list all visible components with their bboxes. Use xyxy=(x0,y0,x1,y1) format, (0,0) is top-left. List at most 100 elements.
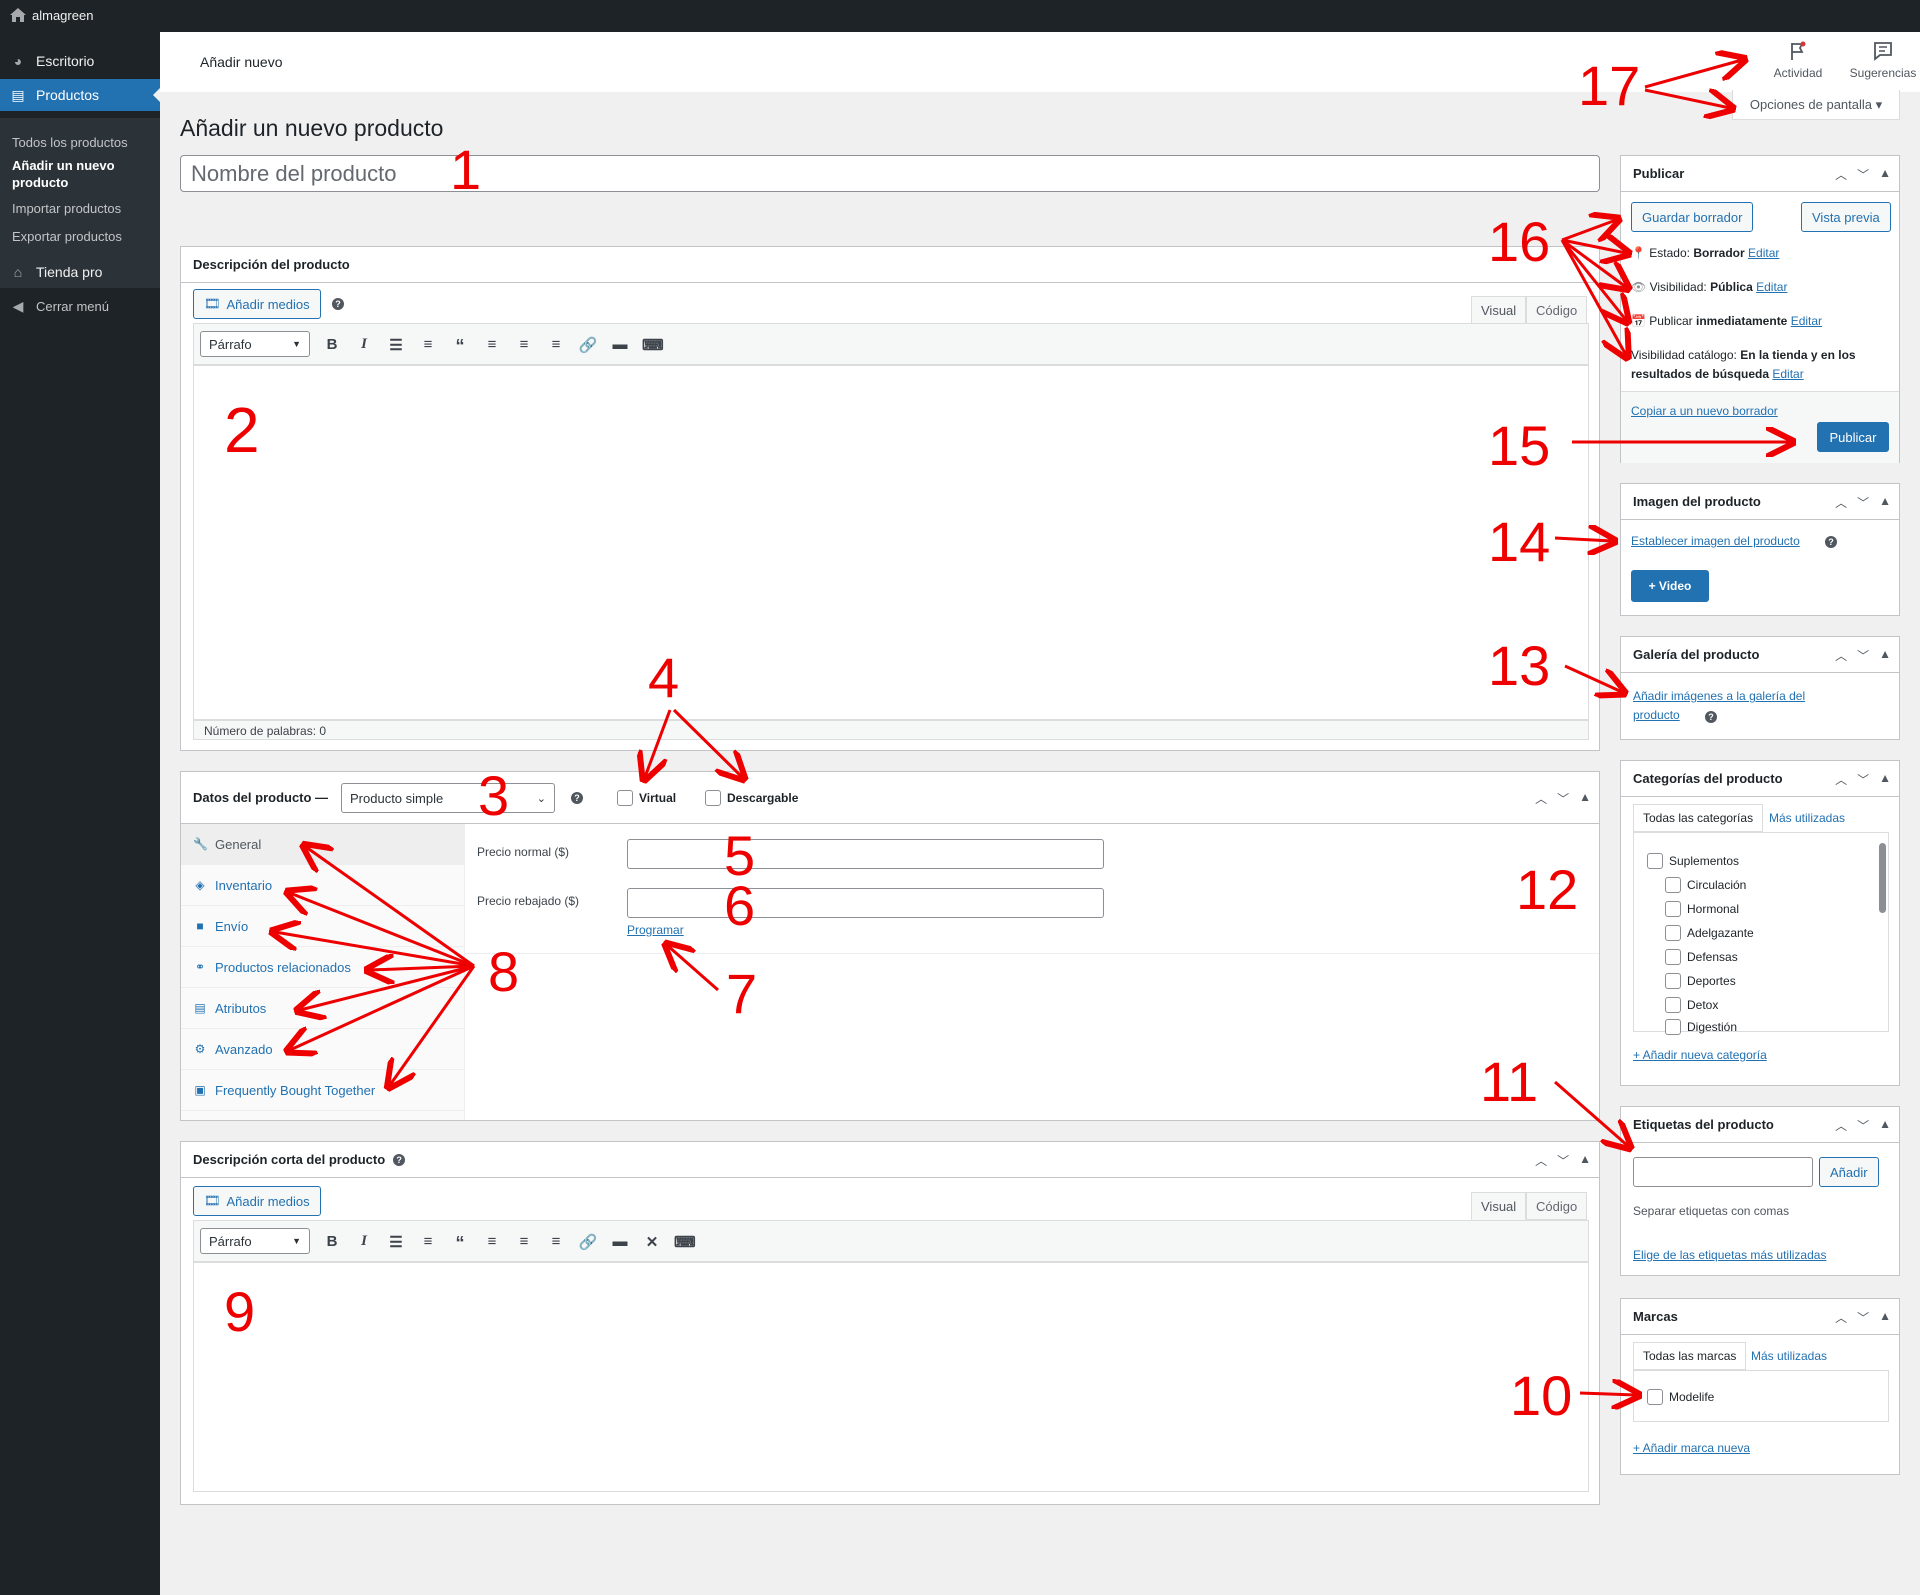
category-checkbox[interactable] xyxy=(1665,973,1681,989)
fullscreen-icon[interactable]: ✕ xyxy=(642,1233,662,1251)
read-more-icon[interactable]: ▬ xyxy=(610,336,630,353)
help-icon[interactable]: ? xyxy=(393,1153,406,1166)
toggle-icon[interactable]: ▲ xyxy=(1879,166,1891,183)
suggestions-button[interactable]: Sugerencias xyxy=(1848,40,1918,80)
tab-advanced[interactable]: ⚙ Avanzado xyxy=(181,1029,464,1070)
tag-input[interactable] xyxy=(1633,1157,1813,1187)
product-name-input[interactable] xyxy=(180,155,1600,192)
move-up-icon[interactable]: ︿ xyxy=(1835,494,1847,511)
toggle-icon[interactable]: ▲ xyxy=(1579,790,1591,807)
tab-most-used-categories[interactable]: Más utilizadas xyxy=(1769,811,1845,825)
tab-frequently-bought[interactable]: ▣ Frequently Bought Together xyxy=(181,1070,464,1111)
tab-code[interactable]: Código xyxy=(1526,296,1588,324)
move-down-icon[interactable]: ﹀ xyxy=(1857,647,1869,664)
edit-visibility-link[interactable]: Editar xyxy=(1756,280,1787,294)
submenu-import-products[interactable]: Importar productos xyxy=(12,200,152,217)
numbered-list-icon[interactable]: ≡ xyxy=(418,1233,438,1250)
bold-icon[interactable]: B xyxy=(322,336,342,353)
help-icon[interactable]: ? xyxy=(1705,711,1717,723)
move-up-icon[interactable]: ︿ xyxy=(1835,1309,1847,1326)
description-editor[interactable] xyxy=(193,365,1589,720)
activity-button[interactable]: Actividad xyxy=(1763,40,1833,80)
bullet-list-icon[interactable]: ☰ xyxy=(386,336,406,354)
tab-code[interactable]: Código xyxy=(1526,1192,1588,1220)
tab-linked-products[interactable]: ⚭ Productos relacionados xyxy=(181,947,464,988)
move-up-icon[interactable]: ︿ xyxy=(1835,771,1847,788)
regular-price-input[interactable] xyxy=(627,839,1104,869)
quote-icon[interactable]: “ xyxy=(450,336,470,357)
category-checkbox[interactable] xyxy=(1665,877,1681,893)
tab-shipping[interactable]: ■ Envío xyxy=(181,906,464,947)
add-category-link[interactable]: + Añadir nueva categoría xyxy=(1633,1048,1767,1062)
video-button[interactable]: + Video xyxy=(1631,570,1709,602)
italic-icon[interactable]: I xyxy=(354,336,374,353)
tab-most-used-brands[interactable]: Más utilizadas xyxy=(1751,1349,1827,1363)
format-select[interactable]: Párrafo ▼ xyxy=(200,1228,310,1254)
submenu-add-product[interactable]: Añadir un nuevo producto xyxy=(12,157,152,191)
product-type-select[interactable]: Producto simple ⌄ xyxy=(341,783,555,813)
move-down-icon[interactable]: ﹀ xyxy=(1857,494,1869,511)
bullet-list-icon[interactable]: ☰ xyxy=(386,1233,406,1251)
toggle-icon[interactable]: ▲ xyxy=(1879,1309,1891,1326)
publish-button[interactable]: Publicar xyxy=(1817,422,1889,452)
tab-all-categories[interactable]: Todas las categorías xyxy=(1633,804,1764,832)
set-image-link[interactable]: Establecer imagen del producto xyxy=(1631,534,1800,548)
screen-options-button[interactable]: Opciones de pantalla ▾ xyxy=(1732,90,1900,120)
quote-icon[interactable]: “ xyxy=(450,1233,470,1254)
tab-inventory[interactable]: ◈ Inventario xyxy=(181,865,464,906)
site-name[interactable]: almagreen xyxy=(32,8,93,23)
tab-attributes[interactable]: ▤ Atributos xyxy=(181,988,464,1029)
keyboard-icon[interactable]: ⌨ xyxy=(642,336,664,354)
toggle-icon[interactable]: ▲ xyxy=(1879,647,1891,664)
numbered-list-icon[interactable]: ≡ xyxy=(418,336,438,353)
toggle-icon[interactable]: ▲ xyxy=(1879,494,1891,511)
help-icon[interactable]: ? xyxy=(571,792,583,804)
most-used-tags-link[interactable]: Elige de las etiquetas más utilizadas xyxy=(1633,1248,1826,1262)
tab-general[interactable]: 🔧 General xyxy=(181,824,464,865)
edit-status-link[interactable]: Editar xyxy=(1748,246,1779,260)
submenu-export-products[interactable]: Exportar productos xyxy=(12,228,152,245)
menu-item-tienda-pro[interactable]: ⌂ Tienda pro xyxy=(0,256,160,288)
align-left-icon[interactable]: ≡ xyxy=(482,336,502,353)
downloadable-checkbox[interactable] xyxy=(705,790,721,806)
read-more-icon[interactable]: ▬ xyxy=(610,1233,630,1250)
align-right-icon[interactable]: ≡ xyxy=(546,1233,566,1250)
link-icon[interactable]: 🔗 xyxy=(578,1233,598,1251)
short-description-editor[interactable] xyxy=(193,1262,1589,1492)
move-down-icon[interactable]: ﹀ xyxy=(1857,166,1869,183)
link-icon[interactable]: 🔗 xyxy=(578,336,598,354)
category-checkbox[interactable] xyxy=(1665,901,1681,917)
add-media-button[interactable]: 🎞 Añadir medios xyxy=(193,289,321,319)
preview-button[interactable]: Vista previa xyxy=(1801,202,1891,232)
category-checkbox[interactable] xyxy=(1665,949,1681,965)
move-down-icon[interactable]: ﹀ xyxy=(1857,1309,1869,1326)
edit-catalog-link[interactable]: Editar xyxy=(1772,367,1803,381)
copy-draft-link[interactable]: Copiar a un nuevo borrador xyxy=(1631,404,1778,418)
align-right-icon[interactable]: ≡ xyxy=(546,336,566,353)
sale-price-input[interactable] xyxy=(627,888,1104,918)
italic-icon[interactable]: I xyxy=(354,1233,374,1250)
category-checkbox[interactable] xyxy=(1665,997,1681,1013)
help-icon[interactable]: ? xyxy=(332,298,344,310)
align-center-icon[interactable]: ≡ xyxy=(514,1233,534,1250)
tab-visual[interactable]: Visual xyxy=(1471,1192,1527,1220)
schedule-link[interactable]: Programar xyxy=(627,923,684,937)
move-down-icon[interactable]: ﹀ xyxy=(1557,790,1569,807)
move-up-icon[interactable]: ︿ xyxy=(1835,1117,1847,1134)
menu-item-collapse[interactable]: ◀ Cerrar menú xyxy=(0,290,160,322)
scrollbar[interactable] xyxy=(1879,843,1886,913)
submenu-all-products[interactable]: Todos los productos xyxy=(12,134,152,151)
menu-item-escritorio[interactable]: ◕ Escritorio xyxy=(0,45,160,77)
category-checkbox[interactable] xyxy=(1647,853,1663,869)
add-gallery-images-link[interactable]: Añadir imágenes a la galería del product… xyxy=(1633,687,1843,725)
move-up-icon[interactable]: ︿ xyxy=(1535,1152,1547,1169)
brand-checkbox[interactable] xyxy=(1647,1389,1663,1405)
move-up-icon[interactable]: ︿ xyxy=(1535,790,1547,807)
toggle-icon[interactable]: ▲ xyxy=(1579,1152,1591,1169)
move-down-icon[interactable]: ﹀ xyxy=(1857,1117,1869,1134)
format-select[interactable]: Párrafo ▼ xyxy=(200,331,310,357)
toggle-icon[interactable]: ▲ xyxy=(1879,1117,1891,1134)
move-up-icon[interactable]: ︿ xyxy=(1835,166,1847,183)
add-media-button[interactable]: 🎞 Añadir medios xyxy=(193,1186,321,1216)
edit-date-link[interactable]: Editar xyxy=(1791,314,1822,328)
